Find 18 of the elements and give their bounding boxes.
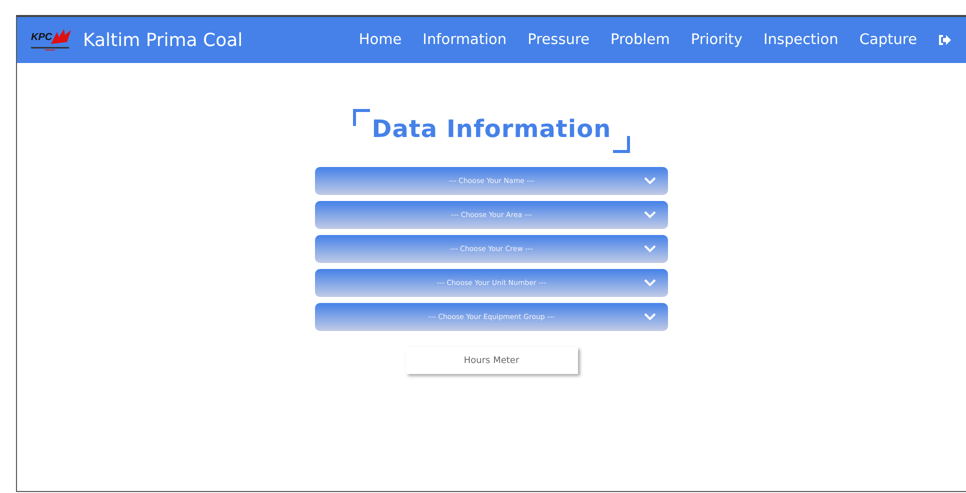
chevron-down-icon bbox=[644, 313, 656, 321]
corner-bracket bbox=[352, 109, 370, 126]
nav-link[interactable]: Information bbox=[422, 32, 507, 48]
logout-icon[interactable] bbox=[938, 34, 952, 46]
nav-link[interactable]: Home bbox=[358, 32, 402, 48]
nav-link[interactable]: Pressure bbox=[528, 32, 590, 48]
corner-bracket bbox=[613, 136, 630, 153]
nav-link[interactable]: Priority bbox=[690, 32, 742, 48]
page-title: Data Information bbox=[370, 114, 612, 143]
nav-link[interactable]: Problem bbox=[610, 32, 670, 48]
chevron-down-icon bbox=[644, 211, 656, 219]
chevron-down-icon bbox=[644, 245, 656, 253]
chevron-down-icon bbox=[644, 279, 656, 287]
chevron-down-icon bbox=[644, 177, 656, 185]
brand-name: Kaltim Prima Coal bbox=[83, 30, 243, 50]
nav-link[interactable]: Capture bbox=[859, 32, 917, 48]
nav-link[interactable]: Inspection bbox=[763, 32, 838, 48]
hours-meter-button[interactable]: Hours Meter bbox=[406, 347, 578, 374]
